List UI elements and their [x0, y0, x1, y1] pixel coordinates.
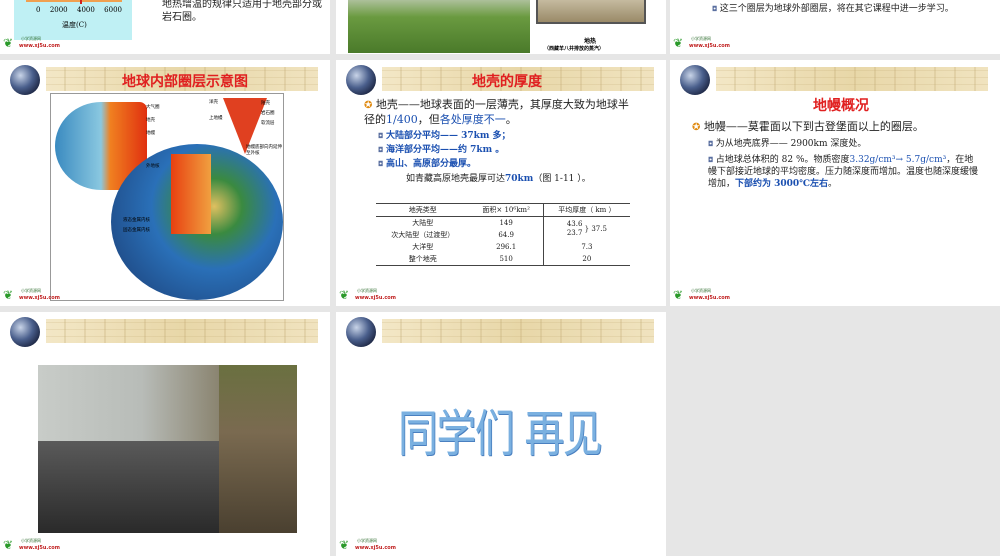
slide-thumbnail[interactable]: 地热 （西藏羊八井排放的蒸汽） [336, 0, 666, 54]
site-logo: ❦ 小学资源网 www.xj5u.com [673, 288, 730, 302]
axis-tick: 0 [36, 6, 41, 14]
sub-bullet: ◘ 为从地壳底界—— 2900km 深度处。 [708, 139, 867, 149]
slide-thumbnail[interactable]: 0 2000 4000 6000 温度(C) 地热增温的规律只适用于地壳部分或岩… [0, 0, 330, 54]
farewell-text: 同学们 再见 [398, 405, 603, 463]
slide-bullet: ◘ 这三个圈层为地球外部圈层，将在其它课程中进一步学习。 [712, 4, 954, 14]
slide-thumbnail[interactable]: 同学们 再见 ❦ 小学资源网 www.xj5u.com [336, 312, 666, 556]
slide-text: 地热增温的规律只适用于地壳部分或岩石圈。 [162, 0, 322, 23]
site-logo: ❦ 小学资源网 www.xj5u.com [339, 288, 396, 302]
geothermal-photo [348, 0, 530, 53]
axis-tick: 2000 [49, 6, 68, 14]
sub-bullet: ◘ 高山、高原部分最厚。 [378, 159, 476, 169]
slide-thumbnail[interactable]: 地球内部圈层示意图 大气圈 地壳 地幔 外地核 液态金属内核 固态金属内核 洋壳 上地幔 … [0, 60, 330, 306]
sub-bullet: ◘ 大陆部分平均—— 37km 多； [378, 131, 511, 141]
site-logo: ❦ 小学资源网 www.xj5u.com [3, 36, 60, 50]
site-logo: ❦ 小学资源网 www.xj5u.com [3, 538, 60, 552]
header-band [46, 319, 318, 343]
site-logo: ❦ 小学资源网 www.xj5u.com [673, 36, 730, 50]
main-bullet: ✪ 地壳——地球表面的一层薄壳，其厚度大致为地球半径的1/400，但各处厚度不一… [364, 98, 629, 126]
sub-bullet: ◘ 海洋部分平均——约 7km 。 [378, 145, 505, 155]
slide-title: 地幔概况 [813, 98, 869, 114]
header-band [716, 67, 988, 91]
globe-icon [346, 65, 376, 95]
globe-icon [10, 317, 40, 347]
axis-tick: 4000 [76, 6, 95, 14]
site-logo: ❦ 小学资源网 www.xj5u.com [339, 538, 396, 552]
slide-thumbnail[interactable]: ◘ 这三个圈层为地球外部圈层，将在其它课程中进一步学习。 ❦ 小学资源网 www.x… [670, 0, 1000, 54]
main-bullet: ✪ 地幔——莫霍面以下到古登堡面以上的圈层。 [692, 120, 924, 133]
field-trip-photo [38, 365, 297, 533]
globe-icon [680, 65, 710, 95]
caption: （西藏羊八井排放的蒸汽） [544, 46, 605, 52]
temperature-chart: 0 2000 4000 6000 温度(C) [14, 0, 132, 40]
axis-tick: 6000 [104, 6, 122, 14]
crust-thickness-table: 地壳类型 面积× 10⁶km² 平均厚度（ km ） 大陆型 149 43.6 23.7 … [376, 203, 630, 266]
globe-icon [10, 65, 40, 95]
site-logo: ❦ 小学资源网 www.xj5u.com [3, 288, 60, 302]
sub-bullet: ◘ 占地球总体积的 82 %。物质密度3.32g/cm³→ 5.7g/cm³，在… [708, 155, 979, 189]
globe-icon [346, 317, 376, 347]
caption-title: 地热 [584, 38, 597, 45]
axis-label: 温度(C) [62, 21, 87, 29]
note-text: 如青藏高原地壳最厚可达70km（图 1-11 ）。 [406, 174, 591, 184]
slide-thumbnail[interactable]: 地壳的厚度 ✪ 地壳——地球表面的一层薄壳，其厚度大致为地球半径的1/400，但… [336, 60, 666, 306]
steam-photo [536, 0, 646, 24]
header-band [382, 319, 654, 343]
slide-thumbnail[interactable]: 地幔概况 ✪ 地幔——莫霍面以下到古登堡面以上的圈层。 ◘ 为从地壳底界—— 2… [670, 60, 1000, 306]
slide-thumbnail[interactable]: ❦ 小学资源网 www.xj5u.com [0, 312, 330, 556]
earth-layers-diagram: 大气圈 地壳 地幔 外地核 液态金属内核 固态金属内核 洋壳 上地幔 陆壳 岩石圈 软流层 地… [50, 93, 284, 301]
slide-title: 地球内部圈层示意图 [122, 74, 248, 90]
slide-title: 地壳的厚度 [472, 74, 542, 90]
